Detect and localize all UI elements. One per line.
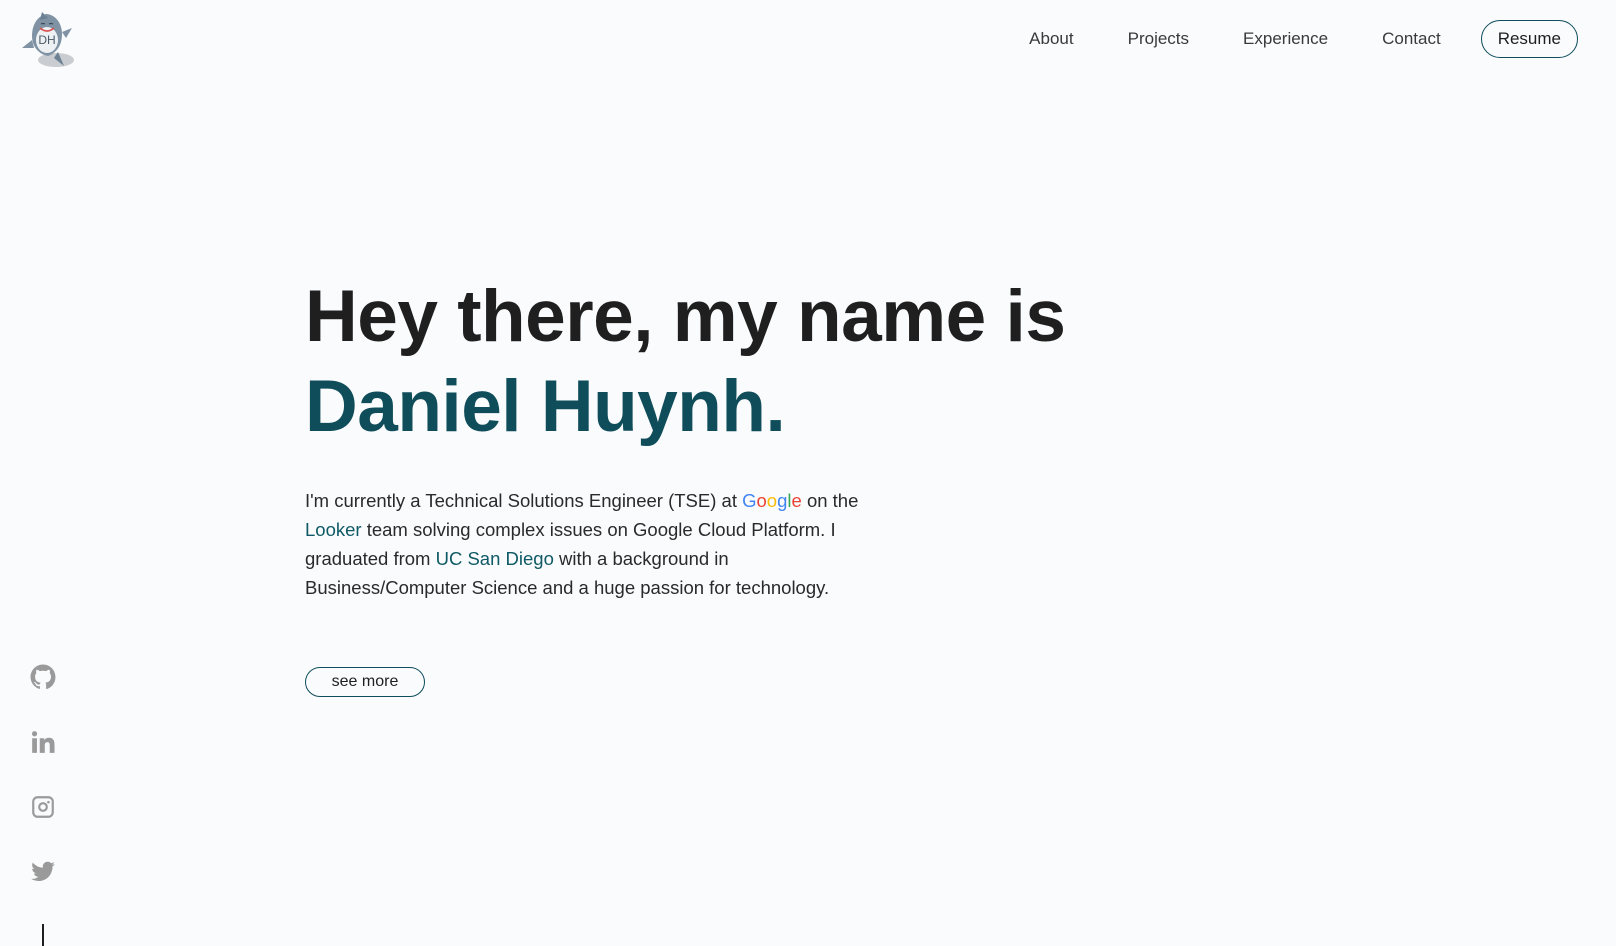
- github-icon: [30, 664, 56, 689]
- linkedin-link[interactable]: [30, 729, 58, 757]
- github-link[interactable]: [30, 664, 58, 692]
- nav-projects[interactable]: Projects: [1128, 20, 1189, 58]
- resume-button[interactable]: Resume: [1480, 20, 1578, 58]
- nav-about[interactable]: About: [1029, 20, 1073, 58]
- looker-link[interactable]: Looker: [305, 519, 362, 540]
- instagram-link[interactable]: [30, 794, 58, 822]
- hero-bio: I'm currently a Technical Solutions Engi…: [305, 486, 885, 602]
- google-letter: G: [742, 490, 757, 511]
- site-header: DH About Projects Experience Contact Res…: [0, 0, 1616, 80]
- see-more-button[interactable]: see more: [305, 667, 425, 697]
- social-divider-line: [42, 924, 44, 946]
- linkedin-icon: [31, 731, 55, 753]
- bio-text: on the: [801, 490, 859, 511]
- twitter-link[interactable]: [30, 859, 58, 887]
- social-links: [30, 664, 58, 924]
- ucsd-link[interactable]: UC San Diego: [436, 548, 554, 569]
- hero-name: Daniel Huynh.: [305, 366, 786, 447]
- google-link[interactable]: Google: [742, 490, 802, 511]
- twitter-icon: [31, 861, 55, 881]
- logo[interactable]: DH: [18, 10, 78, 70]
- hero-section: Hey there, my name is Daniel Huynh. I'm …: [305, 272, 1066, 621]
- bio-text: I'm currently a Technical Solutions Engi…: [305, 490, 743, 511]
- instagram-icon: [32, 796, 54, 818]
- nav-experience[interactable]: Experience: [1243, 20, 1328, 58]
- google-letter: o: [766, 490, 778, 511]
- nav-contact[interactable]: Contact: [1382, 20, 1441, 58]
- google-letter: g: [777, 490, 788, 511]
- hero-greeting: Hey there, my name is: [305, 276, 1066, 357]
- google-letter: o: [756, 490, 767, 511]
- google-letter: e: [791, 490, 802, 511]
- svg-text:DH: DH: [38, 33, 55, 47]
- shark-icon: DH: [22, 12, 74, 67]
- main-nav: About Projects Experience Contact Resume: [1029, 20, 1578, 58]
